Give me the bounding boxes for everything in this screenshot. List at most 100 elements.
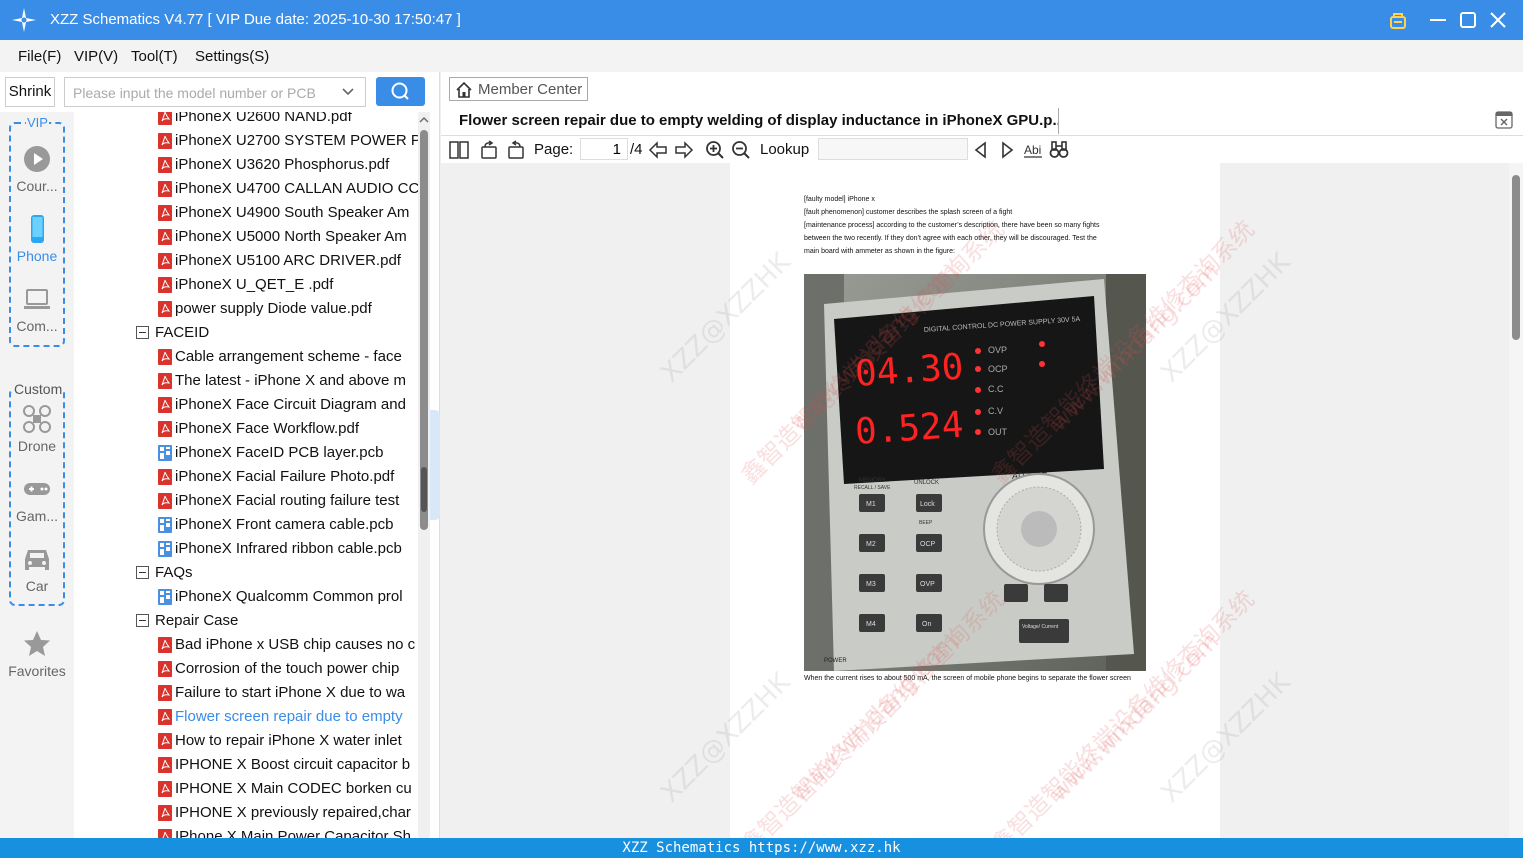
search-icon <box>391 82 409 100</box>
tree-item-label: FACEID <box>155 324 210 341</box>
pdf-file-icon <box>158 757 172 773</box>
pdf-caption: When the current rises to about 500 mA, … <box>804 675 1131 682</box>
tree-file[interactable]: IPhone X Main Power Capacitor Sh <box>74 825 418 838</box>
tree-file[interactable]: iPhoneX Front camera cable.pcb <box>74 513 418 537</box>
pdf-file-icon <box>158 277 172 293</box>
tree-file[interactable]: iPhoneX U4700 CALLAN AUDIO CC <box>74 177 418 201</box>
binoculars-icon[interactable] <box>1049 140 1069 160</box>
pdf-file-icon <box>158 829 172 838</box>
tree-file[interactable]: iPhoneX Face Workflow.pdf <box>74 417 418 441</box>
collapse-icon[interactable] <box>136 614 149 627</box>
tree-file[interactable]: The latest - iPhone X and above m <box>74 369 418 393</box>
favorites[interactable]: Favorites <box>0 629 74 679</box>
collapse-icon[interactable] <box>136 326 149 339</box>
tree-file[interactable]: iPhoneX U_QET_E .pdf <box>74 273 418 297</box>
tree-file[interactable]: iPhoneX FaceID PCB layer.pcb <box>74 441 418 465</box>
chevron-down-icon[interactable] <box>341 84 355 98</box>
tree-scrollbar[interactable] <box>418 112 430 838</box>
button-on: On <box>922 621 931 628</box>
category-drone[interactable]: Drone <box>0 404 74 454</box>
pdf-file-icon <box>158 493 172 509</box>
pdf-viewer[interactable]: [faulty model] iPhone x [fault phenomeno… <box>441 163 1523 838</box>
tree-folder[interactable]: FAQs <box>74 561 418 585</box>
tree-file[interactable]: iPhoneX U2700 SYSTEM POWER PI <box>74 129 418 153</box>
viewer-scrollbar[interactable] <box>1509 163 1523 838</box>
tree-item-label: iPhoneX U2700 SYSTEM POWER PI <box>175 132 418 149</box>
category-phone[interactable]: Phone <box>0 214 74 264</box>
tree-scroll-handle[interactable] <box>421 467 427 512</box>
tree-file[interactable]: iPhoneX Facial Failure Photo.pdf <box>74 465 418 489</box>
category-game[interactable]: Gam... <box>0 474 74 524</box>
rotate-left-icon[interactable] <box>479 140 499 160</box>
menu-settings[interactable]: Settings(S) <box>195 48 269 65</box>
pcb-file-icon <box>158 517 172 533</box>
pdf-file-icon <box>158 253 172 269</box>
panel-splitter[interactable] <box>430 410 440 520</box>
member-center-button[interactable]: Member Center <box>449 77 588 101</box>
tree-file[interactable]: iPhoneX Facial routing failure test <box>74 489 418 513</box>
pdf-file-icon <box>158 112 172 125</box>
maximize-icon[interactable] <box>1456 8 1480 32</box>
pdf-file-icon <box>158 133 172 149</box>
pcb-file-icon <box>158 589 172 605</box>
page-number-input[interactable]: 1 <box>580 138 628 160</box>
tree-file[interactable]: iPhoneX Infrared ribbon cable.pcb <box>74 537 418 561</box>
tree-file[interactable]: IPHONE X previously repaired,char <box>74 801 418 825</box>
match-case-icon[interactable]: Abi <box>1023 140 1043 160</box>
viewer-scroll-thumb[interactable] <box>1512 175 1520 340</box>
file-tree: iPhoneX U2600 NAND.pdf iPhoneX U2700 SYST… <box>74 112 418 838</box>
tree-file[interactable]: Bad iPhone x USB chip causes no c <box>74 633 418 657</box>
zoom-out-icon[interactable] <box>731 140 751 160</box>
window-title: XZZ Schematics V4.77 [ VIP Due date: 202… <box>50 11 461 28</box>
menu-file[interactable]: File(F) <box>18 48 61 65</box>
menu-tool[interactable]: Tool(T) <box>131 48 178 65</box>
two-page-view-icon[interactable] <box>449 140 469 160</box>
tree-file[interactable]: IPHONE X Main CODEC borken cu <box>74 777 418 801</box>
minimize-icon[interactable] <box>1426 8 1450 32</box>
next-page-icon[interactable] <box>674 140 694 160</box>
search-button[interactable] <box>376 77 425 106</box>
tree-file[interactable]: Cable arrangement scheme - face <box>74 345 418 369</box>
tree-file[interactable]: Corrosion of the touch power chip <box>74 657 418 681</box>
tree-folder[interactable]: FACEID <box>74 321 418 345</box>
tree-file[interactable]: iPhoneX Qualcomm Common prol <box>74 585 418 609</box>
tree-file[interactable]: iPhoneX U2600 NAND.pdf <box>74 112 418 129</box>
category-course[interactable]: Cour... <box>0 144 74 194</box>
tree-item-label: Flower screen repair due to empty <box>175 708 403 725</box>
tree-folder[interactable]: Repair Case <box>74 609 418 633</box>
tree-file[interactable]: IPHONE X Boost circuit capacitor b <box>74 753 418 777</box>
category-computer[interactable]: Com... <box>0 284 74 334</box>
close-tab-icon[interactable] <box>1495 111 1513 129</box>
lookup-input[interactable] <box>818 138 968 160</box>
tree-file[interactable]: Failure to start iPhone X due to wa <box>74 681 418 705</box>
tree-file[interactable]: iPhoneX U5100 ARC DRIVER.pdf <box>74 249 418 273</box>
category-computer-label: Com... <box>16 318 58 334</box>
lock-icon[interactable] <box>1386 8 1410 32</box>
collapse-icon[interactable] <box>136 566 149 579</box>
find-previous-icon[interactable] <box>971 140 991 160</box>
document-pane: Member Center Flower screen repair due t… <box>441 72 1523 838</box>
rotate-right-icon[interactable] <box>506 140 526 160</box>
tree-file[interactable]: Flower screen repair due to empty <box>74 705 418 729</box>
shrink-button[interactable]: Shrink <box>5 77 55 107</box>
document-tab[interactable]: Flower screen repair due to empty weldin… <box>449 108 1059 134</box>
tree-file[interactable]: iPhoneX U4900 South Speaker Am <box>74 201 418 225</box>
tree-file[interactable]: iPhoneX Face Circuit Diagram and <box>74 393 418 417</box>
previous-page-icon[interactable] <box>648 140 668 160</box>
search-input[interactable]: Please input the model number or PCB <box>64 77 366 107</box>
find-next-icon[interactable] <box>997 140 1017 160</box>
button-ocp: OCP <box>920 541 936 548</box>
tree-file[interactable]: power supply Diode value.pdf <box>74 297 418 321</box>
close-icon[interactable] <box>1486 8 1510 32</box>
pdf-file-icon <box>158 421 172 437</box>
tree-item-label: iPhoneX U2600 NAND.pdf <box>175 112 352 125</box>
tree-item-label: Failure to start iPhone X due to wa <box>175 684 406 701</box>
menu-vip[interactable]: VIP(V) <box>74 48 118 65</box>
zoom-in-icon[interactable] <box>705 140 725 160</box>
category-car[interactable]: Car <box>0 544 74 594</box>
tree-file[interactable]: iPhoneX U3620 Phosphorus.pdf <box>74 153 418 177</box>
scroll-up-icon[interactable] <box>418 114 430 126</box>
tree-file[interactable]: iPhoneX U5000 North Speaker Am <box>74 225 418 249</box>
star-icon <box>24 631 50 656</box>
tree-file[interactable]: How to repair iPhone X water inlet <box>74 729 418 753</box>
